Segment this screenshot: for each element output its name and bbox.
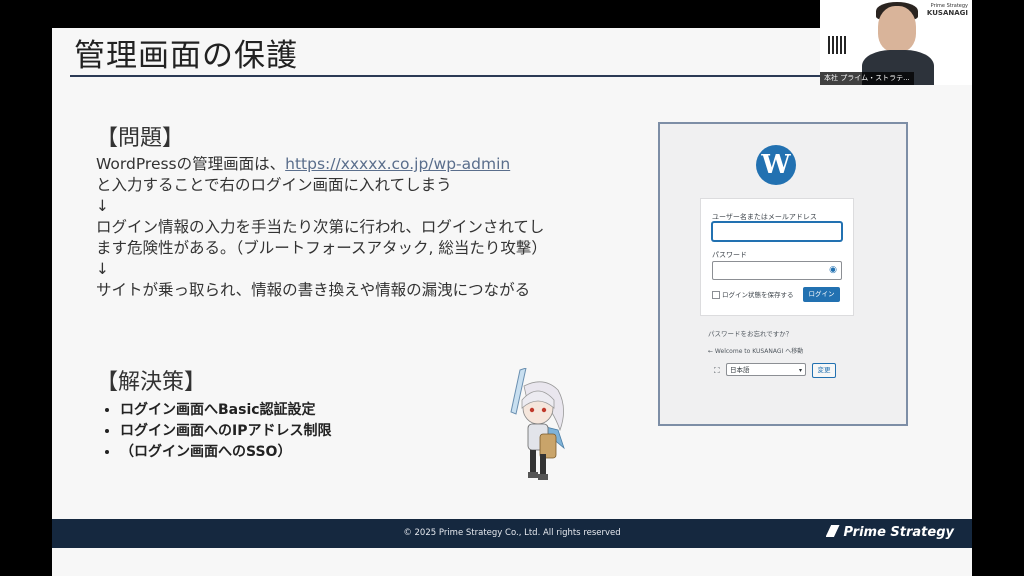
title-divider bbox=[70, 75, 830, 77]
show-password-icon[interactable]: ◉ bbox=[829, 265, 837, 275]
slide-footer: © 2025 Prime Strategy Co., Ltd. All righ… bbox=[52, 519, 972, 548]
back-to-site-link[interactable]: ← Welcome to KUSANAGI へ移動 bbox=[708, 346, 803, 355]
problem-line-4: ます危険性がある。（ブルートフォースアタック, 総当たり攻撃） bbox=[96, 239, 547, 257]
down-arrow-2: ↓ bbox=[96, 260, 109, 278]
participant-name-tag: 本社 プライム・ストラテ... bbox=[820, 72, 914, 85]
language-select-value: 日本語 bbox=[730, 366, 750, 374]
presentation-slide: 管理画面の保護 【問題】 WordPressの管理画面は、https://xxx… bbox=[52, 0, 972, 576]
problem-section: 【問題】 WordPressの管理画面は、https://xxxxx.co.jp… bbox=[96, 120, 626, 301]
login-button[interactable]: ログイン bbox=[803, 287, 840, 302]
solution-heading: 【解決策】 bbox=[96, 370, 207, 395]
wordpress-login-screenshot: W ユーザー名またはメールアドレス パスワード ◉ ログイン状態を保存する ログ… bbox=[658, 122, 908, 426]
problem-text: WordPressの管理画面は、https://xxxxx.co.jp/wp-a… bbox=[96, 154, 626, 301]
problem-line-3: ログイン情報の入力を手当たり次第に行われ、ログインされてし bbox=[96, 218, 545, 236]
down-arrow-1: ↓ bbox=[96, 197, 109, 215]
lost-password-link[interactable]: パスワードをお忘れですか？ bbox=[708, 328, 792, 338]
problem-heading: 【問題】 bbox=[96, 126, 185, 151]
qr-code-icon bbox=[828, 36, 846, 54]
remember-me-label: ログイン状態を保存する bbox=[722, 291, 794, 299]
remember-me-checkbox[interactable] bbox=[712, 291, 720, 299]
login-form: ユーザー名またはメールアドレス パスワード ◉ ログイン状態を保存する ログイン bbox=[700, 198, 854, 316]
cam-logo-main: KUSANAGI bbox=[926, 9, 968, 17]
prime-strategy-logo-icon bbox=[825, 525, 840, 537]
solution-list: ログイン画面へBasic認証設定 ログイン画面へのIPアドレス制限 （ログイン画… bbox=[96, 400, 331, 463]
problem-line-5: サイトが乗っ取られ、情報の書き換えや情報の漏洩につながる bbox=[96, 281, 531, 299]
solution-section: 【解決策】 ログイン画面へBasic認証設定 ログイン画面へのIPアドレス制限 … bbox=[96, 364, 331, 463]
translation-icon: ⛶ bbox=[714, 366, 720, 375]
password-input[interactable]: ◉ bbox=[712, 261, 842, 280]
username-input[interactable] bbox=[712, 222, 842, 241]
problem-line-2: と入力することで右のログイン画面に入れてしまう bbox=[96, 176, 452, 194]
problem-line-1-text: WordPressの管理画面は、 bbox=[96, 155, 286, 173]
username-label: ユーザー名またはメールアドレス bbox=[712, 213, 817, 221]
problem-line-1: WordPressの管理画面は、https://xxxxx.co.jp/wp-a… bbox=[96, 154, 626, 175]
brand-name: Prime Strategy bbox=[843, 525, 954, 540]
solution-item: （ログイン画面へのSSO） bbox=[120, 442, 331, 463]
slide-title: 管理画面の保護 bbox=[74, 38, 298, 74]
prime-strategy-logo: Prime Strategy bbox=[825, 525, 954, 540]
wordpress-logo-icon[interactable]: W bbox=[756, 145, 796, 185]
mascot-illustration bbox=[510, 368, 565, 480]
wp-admin-link[interactable]: https://xxxxx.co.jp/wp-admin bbox=[285, 155, 510, 173]
language-select[interactable]: 日本語 ▾ bbox=[726, 363, 806, 376]
solution-item: ログイン画面へBasic認証設定 bbox=[120, 400, 331, 421]
password-label: パスワード bbox=[712, 251, 747, 259]
webcam-overlay: Prime Strategy KUSANAGI 本社 プライム・ストラテ... bbox=[820, 0, 972, 85]
chevron-down-icon: ▾ bbox=[798, 367, 802, 374]
presenter-face bbox=[878, 6, 916, 52]
kusanagi-logo: Prime Strategy KUSANAGI bbox=[927, 3, 968, 17]
solution-item: ログイン画面へのIPアドレス制限 bbox=[120, 421, 331, 442]
change-language-button[interactable]: 変更 bbox=[812, 363, 836, 378]
